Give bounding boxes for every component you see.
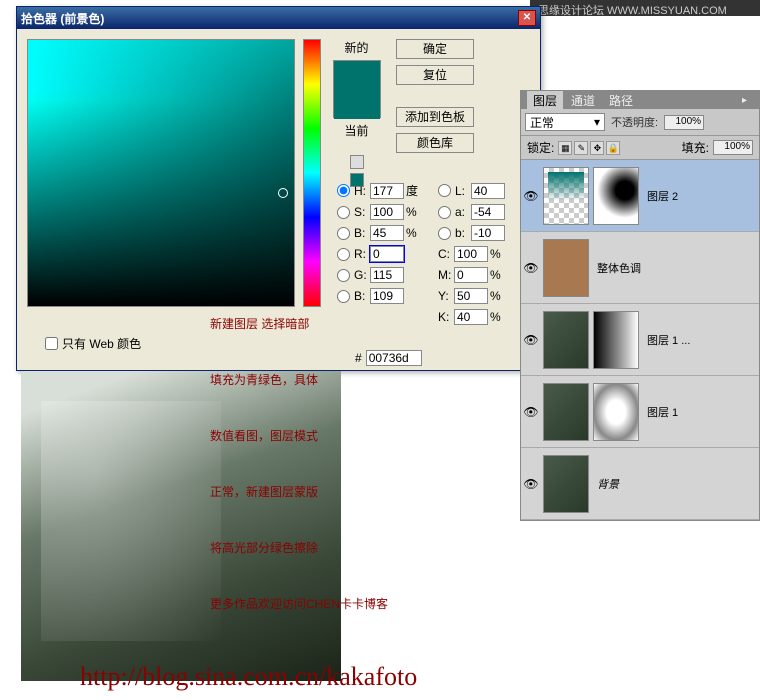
a-input[interactable] <box>471 204 505 220</box>
layer-thumb <box>543 167 589 225</box>
visibility-icon[interactable]: 👁 <box>523 477 539 491</box>
layers-panel: 图层 通道 路径 ▸ 正常▾ 不透明度: 100% 锁定: ▦ ✎ ✥ 🔒 填充… <box>520 90 760 521</box>
color-preview <box>333 60 381 118</box>
g-input[interactable] <box>370 267 404 283</box>
hex-label: # <box>355 351 362 365</box>
ok-button[interactable]: 确定 <box>396 39 474 59</box>
radio-h[interactable] <box>337 184 350 197</box>
visibility-icon[interactable]: 👁 <box>523 261 539 275</box>
web-only-label: 只有 Web 颜色 <box>62 335 141 352</box>
radio-b[interactable] <box>337 227 350 240</box>
k-input[interactable] <box>454 309 488 325</box>
new-color-swatch <box>334 61 380 90</box>
lock-transparent-icon[interactable]: ▦ <box>558 141 572 155</box>
fill-input[interactable]: 100% <box>713 140 753 155</box>
m-input[interactable] <box>454 267 488 283</box>
panel-tabs: 图层 通道 路径 ▸ <box>521 91 759 109</box>
radio-a[interactable] <box>438 206 451 219</box>
opacity-input[interactable]: 100% <box>664 115 704 130</box>
hex-input[interactable] <box>366 350 422 366</box>
layer-thumb <box>543 383 589 441</box>
layer-thumb <box>543 455 589 513</box>
tab-layers[interactable]: 图层 <box>527 91 563 110</box>
cancel-button[interactable]: 复位 <box>396 65 474 85</box>
warning-cube-icon[interactable] <box>350 155 364 169</box>
watermark-header: 思缘设计论坛 WWW.MISSYUAN.COM <box>530 0 760 16</box>
color-field[interactable] <box>27 39 295 307</box>
layer-row[interactable]: 👁 整体色调 <box>521 232 759 304</box>
add-swatch-button[interactable]: 添加到色板 <box>396 107 474 127</box>
radio-bb[interactable] <box>438 227 451 240</box>
l-input[interactable] <box>471 183 505 199</box>
url-text: http://blog.sina.com.cn/kakafoto <box>80 662 417 692</box>
color-values-grid: H:度 L: S:% a: B:% b: R: C:% G: M:% B: Y:… <box>337 182 527 330</box>
radio-r[interactable] <box>337 248 350 261</box>
c-input[interactable] <box>454 246 488 262</box>
s-input[interactable] <box>370 204 404 220</box>
close-icon[interactable]: ✕ <box>518 10 536 26</box>
layer-row[interactable]: 👁 图层 1 <box>521 376 759 448</box>
visibility-icon[interactable]: 👁 <box>523 333 539 347</box>
tab-channels[interactable]: 通道 <box>565 91 601 110</box>
y-input[interactable] <box>454 288 488 304</box>
current-color-label: 当前 <box>344 122 368 139</box>
bb-input[interactable] <box>471 225 505 241</box>
layer-row[interactable]: 👁 图层 1 ... <box>521 304 759 376</box>
layer-mask <box>593 167 639 225</box>
radio-g[interactable] <box>337 269 350 282</box>
radio-bl[interactable] <box>337 290 350 303</box>
panel-menu-icon[interactable]: ▸ <box>736 94 753 107</box>
radio-s[interactable] <box>337 206 350 219</box>
layer-thumb <box>543 239 589 297</box>
web-only-checkbox[interactable] <box>45 337 58 350</box>
lock-paint-icon[interactable]: ✎ <box>574 141 588 155</box>
layer-mask <box>593 383 639 441</box>
current-color-swatch <box>334 90 380 119</box>
r-input[interactable] <box>370 246 404 262</box>
chevron-down-icon: ▾ <box>594 115 600 129</box>
color-picker-dialog: 拾色器 (前景色) ✕ 新的 当前 确定 复位 添加到色板 颜色库 <box>16 6 541 371</box>
layer-row[interactable]: 👁 背景 <box>521 448 759 520</box>
layer-mask <box>593 311 639 369</box>
canvas-image <box>21 371 341 681</box>
layer-thumb <box>543 311 589 369</box>
tab-paths[interactable]: 路径 <box>603 91 639 110</box>
lock-all-icon[interactable]: 🔒 <box>606 141 620 155</box>
dialog-titlebar[interactable]: 拾色器 (前景色) ✕ <box>17 7 540 29</box>
color-library-button[interactable]: 颜色库 <box>396 133 474 153</box>
visibility-icon[interactable]: 👁 <box>523 189 539 203</box>
bl-input[interactable] <box>370 288 404 304</box>
visibility-icon[interactable]: 👁 <box>523 405 539 419</box>
layer-row[interactable]: 👁 图层 2 <box>521 160 759 232</box>
dialog-title: 拾色器 (前景色) <box>21 10 518 27</box>
b-input[interactable] <box>370 225 404 241</box>
picker-cursor-icon <box>278 188 288 198</box>
blend-mode-select[interactable]: 正常▾ <box>525 113 605 131</box>
new-color-label: 新的 <box>344 39 368 56</box>
radio-l[interactable] <box>438 184 451 197</box>
hue-slider[interactable] <box>303 39 321 307</box>
lock-move-icon[interactable]: ✥ <box>590 141 604 155</box>
h-input[interactable] <box>370 183 404 199</box>
